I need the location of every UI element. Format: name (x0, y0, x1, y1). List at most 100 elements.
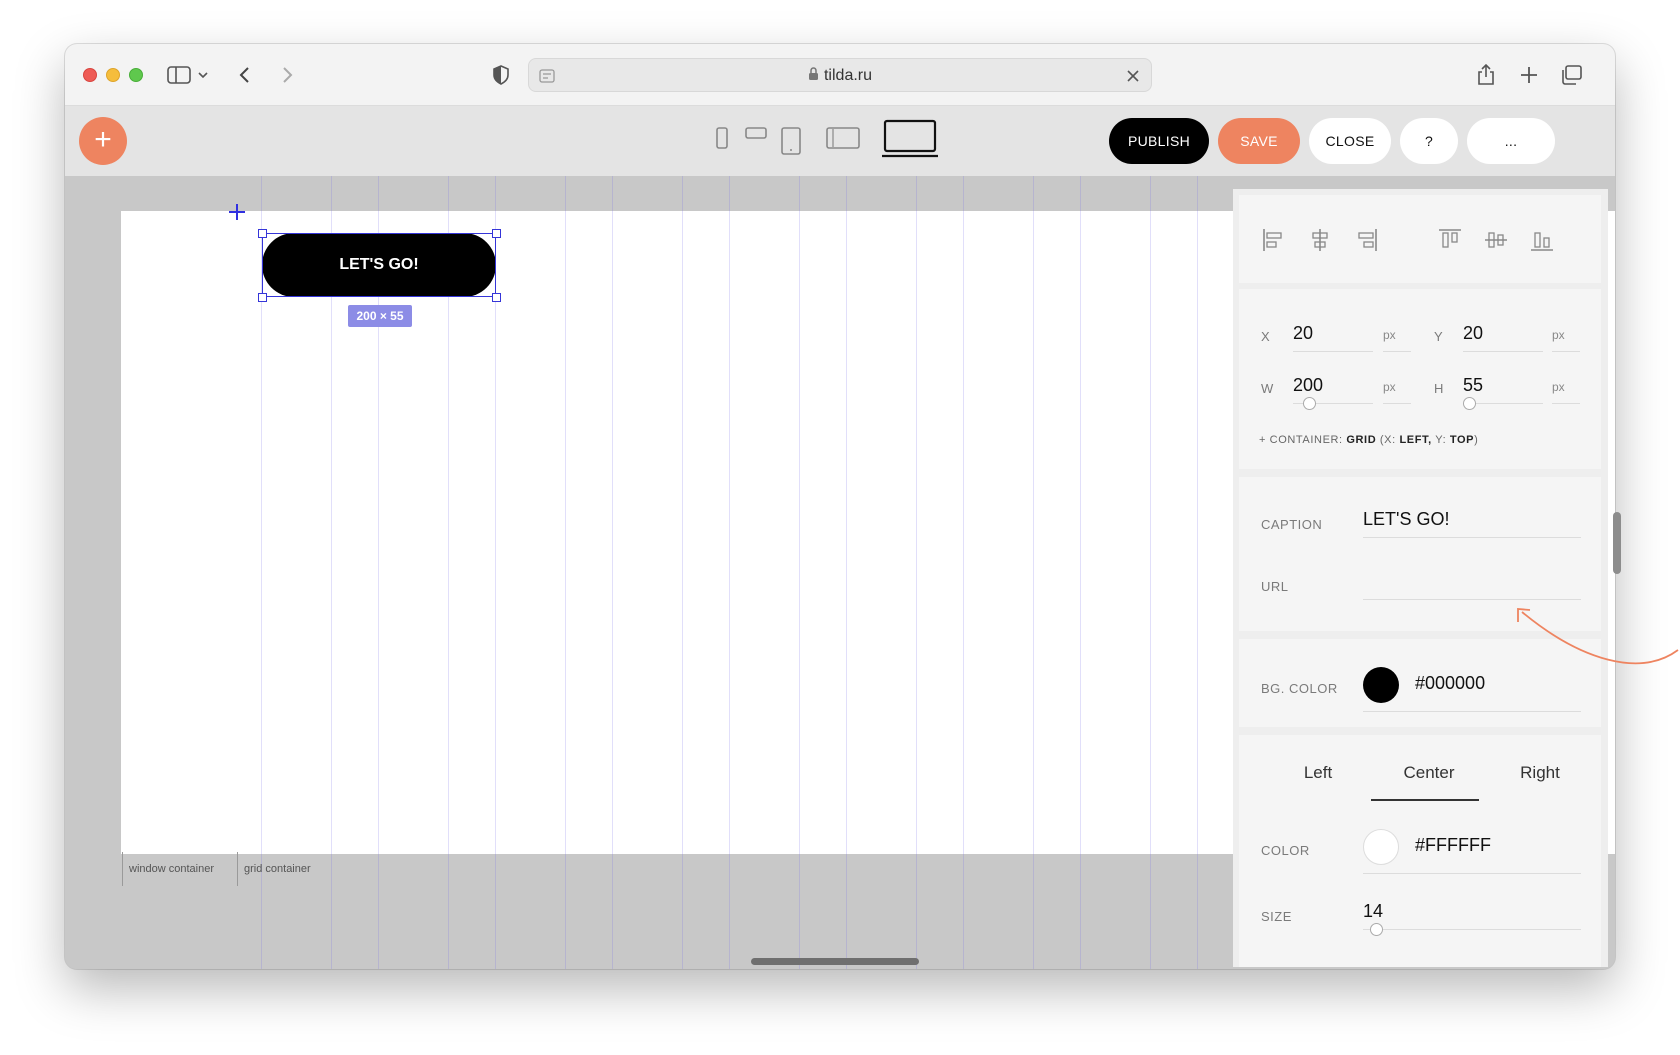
font-size-label: SIZE (1261, 909, 1292, 924)
align-middle-vertical-icon[interactable] (1483, 227, 1509, 253)
chevron-down-icon[interactable] (194, 62, 212, 88)
help-button[interactable]: ? (1400, 118, 1458, 164)
tab-align-left[interactable]: Left (1268, 763, 1368, 783)
publish-button[interactable]: PUBLISH (1109, 118, 1209, 164)
h-label: H (1434, 381, 1444, 396)
resize-handle-top-right[interactable] (492, 229, 501, 238)
align-center-horizontal-icon[interactable] (1307, 227, 1333, 253)
privacy-shield-icon[interactable] (487, 62, 515, 88)
tab-overview-icon[interactable] (1557, 62, 1585, 88)
new-tab-icon[interactable] (1515, 62, 1543, 88)
tab-align-right[interactable]: Right (1490, 763, 1590, 783)
align-top-icon[interactable] (1437, 227, 1463, 253)
x-input-underline (1293, 351, 1373, 352)
maximize-window-button[interactable] (129, 68, 143, 82)
font-size-slider-knob[interactable] (1370, 923, 1383, 936)
typography-card: Left Center Right COLOR #FFFFFF SIZE 14 (1239, 735, 1601, 967)
grid-column-line (963, 176, 964, 969)
add-element-button[interactable]: + (79, 117, 127, 165)
close-window-button[interactable] (83, 68, 97, 82)
resize-handle-top-left[interactable] (258, 229, 267, 238)
tablet-portrait-icon[interactable] (777, 126, 805, 156)
align-right-icon[interactable] (1353, 227, 1379, 253)
mobile-landscape-icon[interactable] (742, 126, 770, 140)
address-bar[interactable]: tilda.ru (528, 58, 1152, 92)
height-slider-knob[interactable] (1463, 397, 1476, 410)
width-slider-knob[interactable] (1303, 397, 1316, 410)
back-arrow-icon[interactable] (231, 62, 259, 88)
bg-color-label: BG. COLOR (1261, 681, 1338, 696)
container-y-label: Y: (1435, 434, 1447, 446)
x-input[interactable]: 20 (1293, 323, 1313, 344)
container-close: ) (1474, 434, 1479, 446)
grid-column-line (565, 176, 566, 969)
url-input[interactable] (1363, 573, 1581, 597)
text-color-label: COLOR (1261, 843, 1310, 858)
align-bottom-icon[interactable] (1529, 227, 1555, 253)
panel-scrollbar[interactable] (1613, 512, 1621, 574)
tablet-landscape-icon[interactable] (823, 126, 863, 150)
container-settings-link[interactable]: + CONTAINER: GRID (X: LEFT, Y: TOP) (1259, 434, 1478, 446)
bg-color-swatch[interactable] (1363, 667, 1399, 703)
resize-handle-bottom-right[interactable] (492, 293, 501, 302)
alignment-card (1239, 195, 1601, 283)
save-button[interactable]: SAVE (1218, 118, 1300, 164)
close-button[interactable]: CLOSE (1309, 118, 1391, 164)
share-icon[interactable] (1472, 62, 1500, 88)
width-input[interactable]: 200 (1293, 375, 1323, 396)
active-tab-underline (1371, 799, 1479, 801)
grid-container-label: grid container (237, 852, 311, 886)
x-unit-underline (1383, 351, 1411, 352)
text-color-underline (1363, 873, 1581, 874)
settings-panel: X 20 px Y 20 px W 200 px H 55 px + CONTA… (1233, 189, 1608, 967)
more-button[interactable]: ... (1467, 118, 1555, 164)
desktop-icon[interactable] (880, 118, 940, 158)
font-size-input[interactable]: 14 (1363, 901, 1383, 922)
grid-column-line (1033, 176, 1034, 969)
grid-column-line (1197, 176, 1198, 969)
text-color-swatch[interactable] (1363, 829, 1399, 865)
y-unit: px (1552, 328, 1565, 342)
browser-titlebar: tilda.ru (65, 44, 1615, 106)
y-label: Y (1434, 329, 1444, 344)
url-value: tilda.ru (823, 67, 873, 84)
resize-handle-bottom-left[interactable] (258, 293, 267, 302)
container-open: (X: (1379, 434, 1396, 446)
container-y-value: TOP (1449, 434, 1475, 446)
tab-align-center[interactable]: Center (1379, 763, 1479, 783)
url-label: URL (1261, 579, 1289, 594)
caption-input[interactable]: LET'S GO! (1363, 509, 1449, 530)
minimize-window-button[interactable] (106, 68, 120, 82)
horizontal-scrollbar[interactable] (751, 958, 919, 965)
window-container-label: window container (122, 852, 214, 886)
y-unit-underline (1552, 351, 1580, 352)
container-prefix: + CONTAINER: (1259, 434, 1343, 446)
align-left-icon[interactable] (1261, 227, 1287, 253)
font-size-slider-track[interactable] (1363, 929, 1581, 930)
forward-arrow-icon[interactable] (273, 62, 301, 88)
height-input[interactable]: 55 (1463, 375, 1483, 396)
grid-column-line (1150, 176, 1151, 969)
x-unit: px (1383, 328, 1396, 342)
grid-column-line (729, 176, 730, 969)
caption-underline (1363, 537, 1581, 538)
h-unit-underline (1552, 403, 1580, 404)
w-unit-underline (1383, 403, 1411, 404)
stop-loading-icon[interactable] (1119, 63, 1147, 89)
bg-color-input[interactable]: #000000 (1415, 673, 1485, 694)
mobile-portrait-icon[interactable] (712, 126, 732, 150)
lock-icon (808, 67, 819, 86)
x-label: X (1261, 329, 1271, 344)
grid-column-line (612, 176, 613, 969)
container-type: GRID (1346, 434, 1377, 446)
text-color-input[interactable]: #FFFFFF (1415, 835, 1491, 856)
h-unit: px (1552, 380, 1565, 394)
sidebar-toggle-icon[interactable] (165, 62, 193, 88)
grid-column-line (1080, 176, 1081, 969)
grid-column-line (682, 176, 683, 969)
caption-label: CAPTION (1261, 517, 1323, 532)
url-text: tilda.ru (529, 67, 1151, 86)
y-input[interactable]: 20 (1463, 323, 1483, 344)
annotation-arrow-icon (1517, 608, 1679, 665)
w-label: W (1261, 381, 1274, 396)
